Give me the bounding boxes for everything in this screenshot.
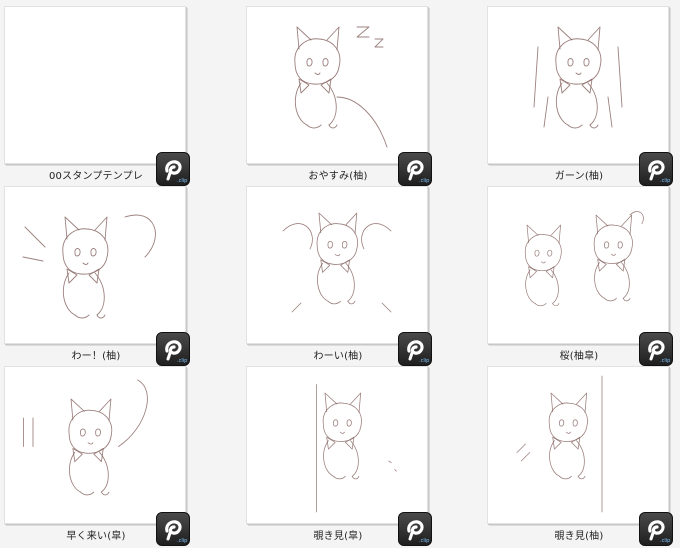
file-name: おやすみ(柚) [308, 171, 368, 182]
file-thumbnail[interactable] [246, 6, 428, 164]
sketch-illustration [533, 26, 623, 129]
sketch-illustration [282, 212, 392, 313]
file-item-5[interactable]: .clip わーい(柚) [246, 186, 432, 366]
file-item-9[interactable]: .clip 覗き見(柚) [487, 366, 673, 546]
sketch-illustration [5, 7, 185, 163]
file-thumbnail[interactable] [246, 366, 428, 524]
file-name: わー！(柚) [71, 351, 121, 362]
file-thumbnail[interactable] [487, 186, 669, 344]
sketch-illustration [525, 211, 644, 307]
file-thumbnail[interactable] [4, 366, 186, 524]
file-thumbnail[interactable] [487, 366, 669, 524]
file-item-7[interactable]: .clip 早く来い(皐) [4, 366, 190, 546]
file-thumbnail[interactable] [487, 6, 669, 164]
sketch-illustration [22, 214, 156, 319]
file-name: 早く来い(皐) [66, 531, 126, 542]
file-name: 覗き見(柚) [554, 531, 604, 542]
file-item-6[interactable]: .clip 桜(柚皐) [487, 186, 673, 366]
sketch-illustration [316, 384, 397, 513]
file-thumbnail[interactable] [4, 6, 186, 164]
sketch-illustration [516, 375, 603, 513]
sketch-illustration [23, 379, 148, 496]
sketch-illustration [294, 26, 388, 148]
file-name: 桜(柚皐) [559, 351, 599, 362]
file-item-3[interactable]: .clip ガーン(柚) [487, 6, 673, 186]
file-item-1[interactable]: .clip 00スタンプテンプレ [4, 6, 190, 186]
file-item-8[interactable]: .clip 覗き見(皐) [246, 366, 432, 546]
file-name: 00スタンプテンプレ [48, 171, 144, 182]
file-item-2[interactable]: .clip おやすみ(柚) [246, 6, 432, 186]
file-thumbnail-grid: .clip 00スタンプテンプレ .clip おやすみ(柚) .clip ガーン… [0, 0, 680, 548]
file-name: わーい(柚) [313, 351, 363, 362]
file-thumbnail[interactable] [246, 186, 428, 344]
file-item-4[interactable]: .clip わー！(柚) [4, 186, 190, 366]
file-thumbnail[interactable] [4, 186, 186, 344]
file-name: 覗き見(皐) [313, 531, 363, 542]
file-name: ガーン(柚) [554, 171, 604, 182]
